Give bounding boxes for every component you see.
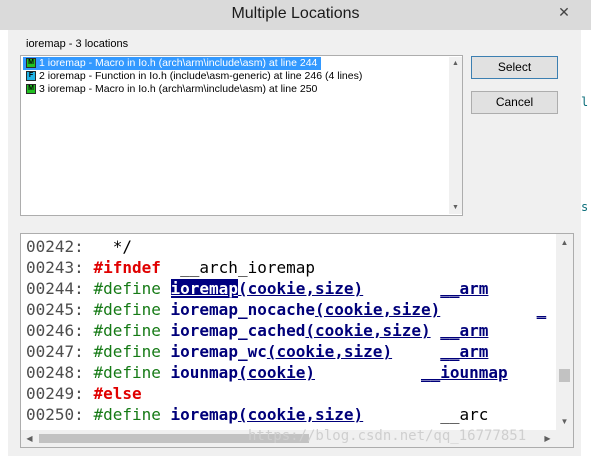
line-number: 00245: [26,300,84,319]
define-keyword: #define [93,300,161,319]
macro-body: __iounmap [420,363,508,382]
line-number: 00248: [26,363,84,382]
line-number: 00249: [26,384,84,403]
watermark: https://blog.csdn.net/qq_16777851 [248,428,527,444]
code-line: 00248: #define iounmap(cookie) __iounmap [26,362,508,383]
function-icon: F [26,71,36,81]
code-line: 00249: #else [26,383,142,404]
scroll-up-icon[interactable]: ▲ [449,57,462,70]
preprocessor-keyword: #ifndef [93,258,161,277]
select-button[interactable]: Select [471,56,558,79]
code-line: 00247: #define ioremap_wc(cookie,size) _… [26,341,488,362]
macro-icon: M [26,84,36,94]
macro-name: ioremap [170,405,238,424]
macro-body: __arm [440,279,489,298]
macro-params: (cookie,size) [266,342,393,361]
list-item[interactable]: M 1 ioremap - Macro in Io.h (arch\arm\in… [23,57,322,70]
define-keyword: #define [93,279,161,298]
code-line: 00250: #define ioremap(cookie,size) __ar… [26,404,488,425]
scroll-up-icon[interactable]: ▲ [556,234,573,251]
line-number: 00247: [26,342,84,361]
scroll-down-icon[interactable]: ▼ [449,201,462,214]
title-bar: Multiple Locations ✕ [0,0,591,30]
code-line: 00243: #ifndef __arch_ioremap [26,257,315,278]
scrollbar-corner [556,430,573,447]
scroll-right-icon[interactable]: ▶ [539,430,556,447]
line-number: 00250: [26,405,84,424]
list-item-text: 1 ioremap - Macro in Io.h (arch\arm\incl… [39,57,318,69]
list-item-text: 2 ioremap - Function in Io.h (include\as… [39,70,363,82]
macro-body: __arm [440,321,489,340]
code-text: __arch_ioremap [180,258,315,277]
highlighted-symbol: ioremap [170,279,238,298]
preprocessor-keyword: #else [93,384,142,403]
code-preview: 00242: */ 00243: #ifndef __arch_ioremap … [20,233,574,448]
macro-name: ioremap_wc [170,342,267,361]
code-line: 00246: #define ioremap_cached(cookie,siz… [26,320,488,341]
list-item-text: 3 ioremap - Macro in Io.h (arch\arm\incl… [39,83,318,95]
define-keyword: #define [93,405,161,424]
macro-icon: M [26,58,36,68]
code-line: 00242: */ [26,236,132,257]
macro-params: (cookie,size) [237,279,364,298]
code-line: 00244: #define ioremap(cookie,size) __ar… [26,278,488,299]
code-text: */ [103,237,132,256]
close-icon[interactable]: ✕ [552,2,576,22]
dialog-body: ioremap - 3 locations M 1 ioremap - Macr… [8,30,581,456]
cancel-button[interactable]: Cancel [471,91,558,114]
macro-params: (cookie,size) [315,300,441,319]
line-number: 00246: [26,321,84,340]
macro-body: __arc [440,405,489,424]
line-number: 00244: [26,279,84,298]
locations-count-label: ioremap - 3 locations [26,38,129,50]
macro-params: (cookie) [237,363,316,382]
code-line: 00245: #define ioremap_nocache(cookie,si… [26,299,546,320]
window-title: Multiple Locations [231,5,360,22]
list-scrollbar[interactable]: ▲ ▼ [449,57,462,214]
background-fragment: l [581,95,589,109]
define-keyword: #define [93,342,161,361]
locations-list[interactable]: M 1 ioremap - Macro in Io.h (arch\arm\in… [20,55,463,216]
list-item[interactable]: F 2 ioremap - Function in Io.h (include\… [23,70,366,83]
macro-params: (cookie,size) [305,321,431,340]
macro-params: (cookie,size) [237,405,364,424]
scroll-thumb[interactable] [559,369,570,382]
scroll-left-icon[interactable]: ◀ [21,430,38,447]
macro-name: iounmap [170,363,238,382]
scroll-down-icon[interactable]: ▼ [556,413,573,430]
macro-name: ioremap_nocache [170,300,316,319]
line-number: 00243: [26,258,84,277]
code-vertical-scrollbar[interactable]: ▲ ▼ [556,234,573,430]
background-window-edge: l s [581,30,591,464]
list-item[interactable]: M 3 ioremap - Macro in Io.h (arch\arm\in… [23,83,321,96]
define-keyword: #define [93,363,161,382]
background-fragment: s [581,200,589,214]
line-number: 00242: [26,237,84,256]
macro-name: ioremap_cached [170,321,306,340]
macro-body: _ [536,300,547,319]
macro-body: __arm [440,342,489,361]
define-keyword: #define [93,321,161,340]
